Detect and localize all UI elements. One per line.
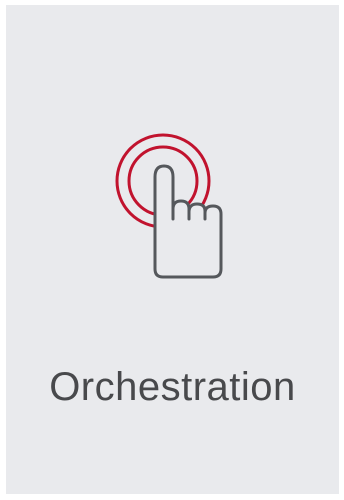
orchestration-card[interactable]: Orchestration <box>6 5 339 494</box>
tap-hand-icon <box>106 133 236 283</box>
hand-fill <box>155 166 221 277</box>
card-title: Orchestration <box>49 365 296 409</box>
